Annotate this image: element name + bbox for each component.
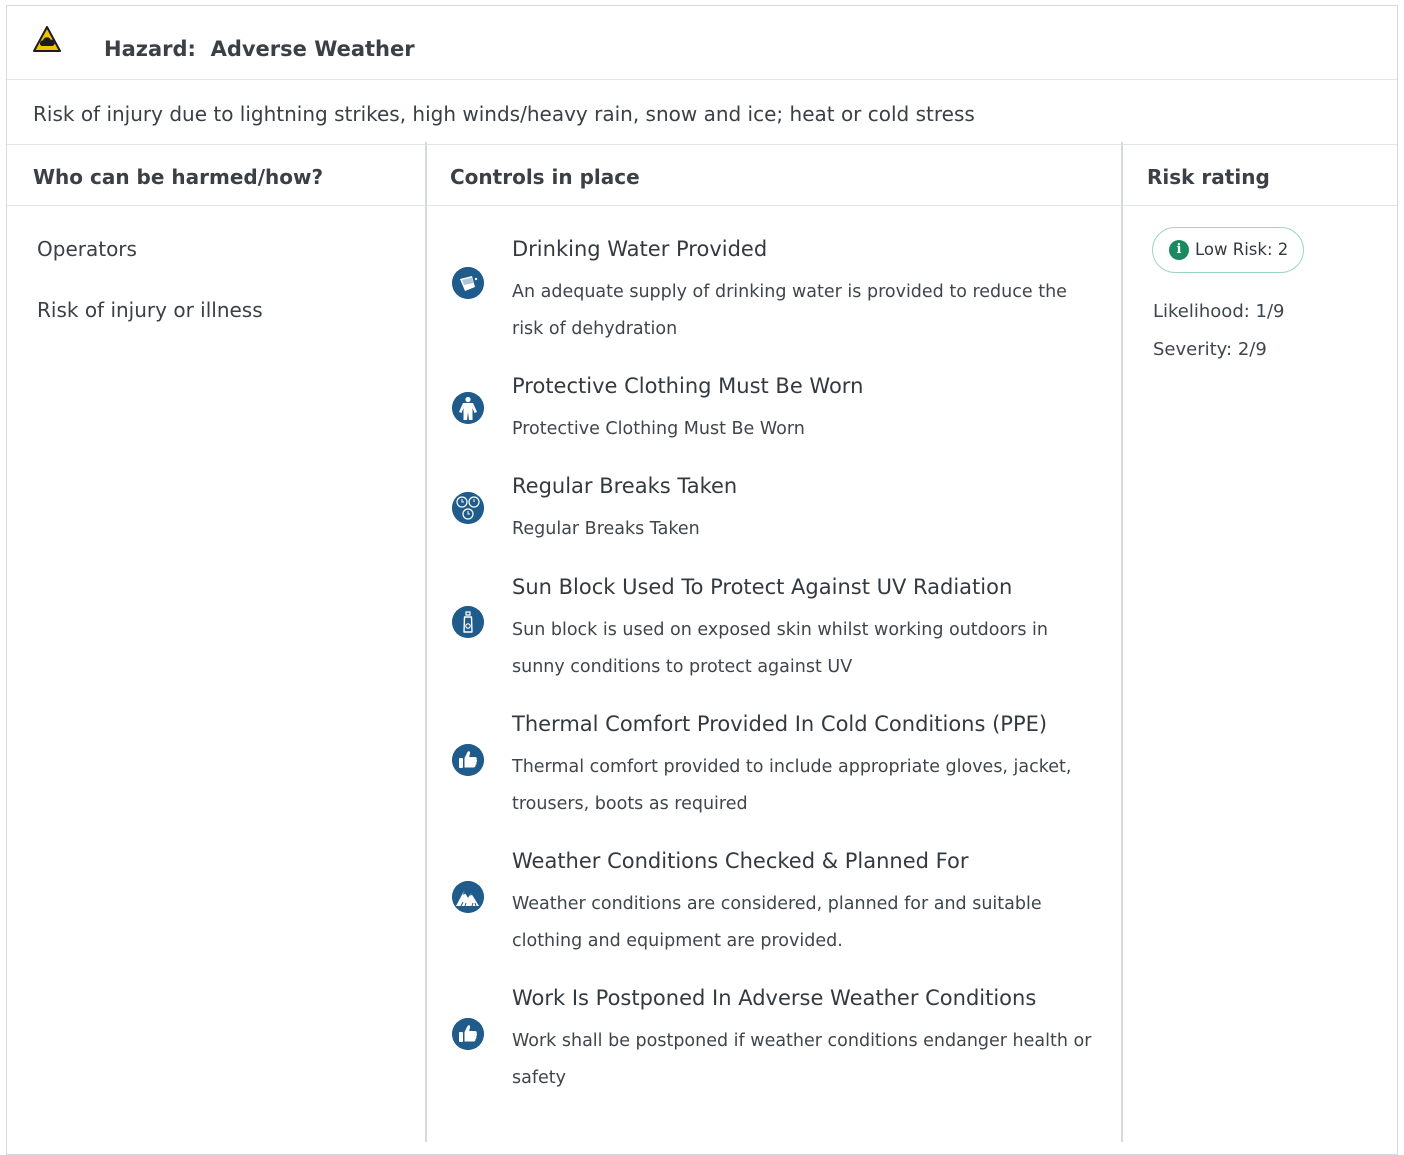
control-title: Regular Breaks Taken bbox=[512, 474, 738, 498]
hazard-label: Hazard: bbox=[104, 37, 196, 61]
control-title: Work Is Postponed In Adverse Weather Con… bbox=[512, 986, 1037, 1010]
control-title: Protective Clothing Must Be Worn bbox=[512, 374, 864, 398]
who-column-header: Who can be harmed/how? bbox=[33, 165, 324, 189]
hazard-description: Risk of injury due to lightning strikes,… bbox=[33, 102, 975, 126]
risk-level-label: Low Risk: 2 bbox=[1195, 240, 1289, 259]
column-header-row: Who can be harmed/how? Controls in place… bbox=[7, 144, 1397, 206]
severity-value: Severity: 2/9 bbox=[1153, 339, 1267, 360]
control-title: Drinking Water Provided bbox=[512, 237, 768, 261]
protective-clothing-icon bbox=[452, 392, 484, 424]
control-title: Thermal Comfort Provided In Cold Conditi… bbox=[512, 712, 1048, 736]
control-description: An adequate supply of drinking water is … bbox=[512, 282, 1067, 339]
risk-level-badge[interactable]: i Low Risk: 2 bbox=[1152, 227, 1304, 273]
hazard-title: Hazard: Adverse Weather bbox=[104, 35, 415, 63]
control-description: Regular Breaks Taken bbox=[512, 519, 700, 539]
drinking-water-icon bbox=[452, 267, 484, 299]
hazard-name: Adverse Weather bbox=[210, 37, 415, 61]
control-description: Work shall be postponed if weather condi… bbox=[512, 1031, 1092, 1088]
control-description: Protective Clothing Must Be Worn bbox=[512, 419, 805, 439]
column-divider bbox=[425, 142, 427, 1142]
control-title: Weather Conditions Checked & Planned For bbox=[512, 849, 969, 873]
hazard-header: Hazard: Adverse Weather bbox=[7, 6, 1397, 80]
control-description: Weather conditions are considered, plann… bbox=[512, 894, 1042, 951]
controls-column-header: Controls in place bbox=[450, 165, 640, 189]
thumbs-up-icon bbox=[452, 1018, 484, 1050]
clock-breaks-icon bbox=[452, 492, 484, 524]
sun-block-bottle-icon bbox=[452, 606, 484, 638]
weather-warning-icon bbox=[33, 26, 61, 52]
likelihood-value: Likelihood: 1/9 bbox=[1153, 301, 1285, 322]
thumbs-up-icon bbox=[452, 744, 484, 776]
control-description: Thermal comfort provided to include appr… bbox=[512, 757, 1072, 814]
rating-column-header: Risk rating bbox=[1147, 165, 1270, 189]
weather-mountain-icon bbox=[452, 881, 484, 913]
info-icon: i bbox=[1169, 240, 1189, 260]
control-title: Sun Block Used To Protect Against UV Rad… bbox=[512, 575, 1013, 599]
column-divider bbox=[1121, 142, 1123, 1142]
who-harmed: Operators bbox=[37, 237, 137, 261]
control-description: Sun block is used on exposed skin whilst… bbox=[512, 620, 1049, 677]
how-harmed: Risk of injury or illness bbox=[37, 298, 263, 322]
